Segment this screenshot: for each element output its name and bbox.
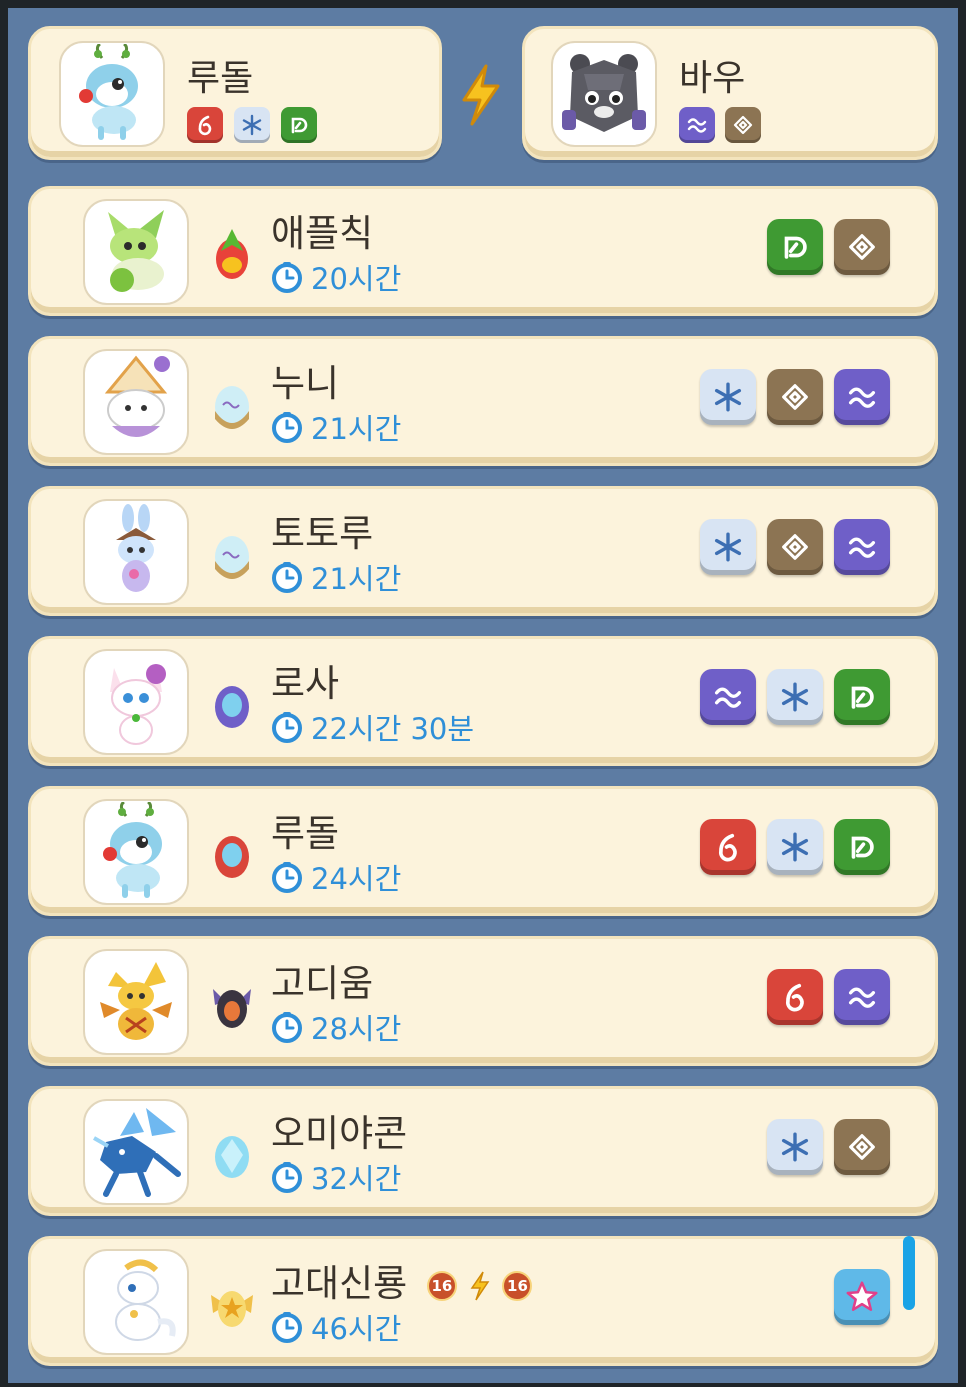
fire-type-icon <box>700 819 756 875</box>
purple-egg-icon <box>215 686 249 728</box>
clock-icon <box>272 1162 302 1193</box>
earth-type-icon <box>725 107 761 143</box>
clock-icon <box>272 1312 302 1343</box>
hatch-time-label: 21시간 <box>311 412 402 446</box>
hatch-time: 24시간 <box>271 857 401 897</box>
hatch-time-label: 28시간 <box>311 1012 402 1046</box>
crystal-egg-icon <box>215 1136 249 1178</box>
red-egg-icon <box>215 836 249 878</box>
rosa-portrait <box>83 649 189 755</box>
clock-icon <box>272 862 302 893</box>
clock-icon <box>272 262 302 293</box>
fire-type-icon <box>767 969 823 1025</box>
result-row-rosa[interactable]: 로사 22시간 30분 <box>28 636 938 766</box>
hatch-time-label: 20시간 <box>311 262 402 296</box>
clock-icon <box>272 712 302 743</box>
clock-icon <box>272 412 302 443</box>
star-type-icon <box>834 1269 890 1325</box>
result-name: 고대신룡 16 16 <box>271 1253 533 1307</box>
leaf-type-icon <box>767 219 823 275</box>
dark-winged-egg-icon <box>213 989 251 1028</box>
wind-type-icon <box>834 519 890 575</box>
hatch-time: 21시간 <box>271 407 401 447</box>
wind-type-icon <box>679 107 715 143</box>
wind-type-icon <box>834 369 890 425</box>
result-name: 애플칙 <box>271 212 374 255</box>
hatch-time-label: 46시간 <box>311 1312 402 1346</box>
result-name: 로사 <box>271 662 340 705</box>
fire-type-icon <box>187 107 223 143</box>
ancient-dragon-portrait <box>83 1249 189 1355</box>
parent-card-1[interactable]: 루돌 <box>28 26 442 160</box>
clock-icon <box>272 1012 302 1043</box>
ice-type-icon <box>234 107 270 143</box>
ice-type-icon <box>767 819 823 875</box>
result-name: 토토루 <box>271 512 374 555</box>
dragon-breeding-list-screen: 루돌 바우 애플칙 20시간 누니 21시간 토토루 21시간 로사 22시간 … <box>8 8 958 1383</box>
result-row-applechick[interactable]: 애플칙 20시간 <box>28 186 938 316</box>
ice-wind-egg-icon <box>215 536 249 579</box>
applechick-portrait <box>83 199 189 305</box>
earth-type-icon <box>767 369 823 425</box>
parent-2-name: 바우 <box>679 58 746 99</box>
earth-type-icon <box>834 1119 890 1175</box>
rudol-deer-portrait <box>59 41 165 147</box>
omiyakon-portrait <box>83 1099 189 1205</box>
earth-type-icon <box>767 519 823 575</box>
green-egg-icon <box>216 229 248 279</box>
wind-type-icon <box>700 669 756 725</box>
result-name-text: 고대신룡 <box>271 1262 408 1305</box>
hatch-time-label: 21시간 <box>311 562 402 596</box>
result-name: 누니 <box>271 362 340 405</box>
godium-portrait <box>83 949 189 1055</box>
hatch-time-label: 22시간 30분 <box>311 712 475 746</box>
leaf-type-icon <box>834 819 890 875</box>
ice-type-icon <box>700 519 756 575</box>
ice-type-icon <box>767 1119 823 1175</box>
ice-type-icon <box>700 369 756 425</box>
ice-type-icon <box>767 669 823 725</box>
ice-wind-egg-icon <box>215 386 249 429</box>
result-row-rudol[interactable]: 루돌 24시간 <box>28 786 938 916</box>
clock-icon <box>272 562 302 593</box>
hatch-time: 46시간 <box>271 1307 401 1347</box>
hatch-time: 20시간 <box>271 257 401 297</box>
result-row-godium[interactable]: 고디움 28시간 <box>28 936 938 1066</box>
parent-1-name: 루돌 <box>187 58 254 99</box>
result-row-nuni[interactable]: 누니 21시간 <box>28 336 938 466</box>
leaf-type-icon <box>281 107 317 143</box>
earth-type-icon <box>834 219 890 275</box>
level-badge: 16 <box>426 1270 457 1301</box>
lightning-icon <box>470 1271 490 1300</box>
golden-winged-egg-icon <box>211 1291 253 1327</box>
hatch-time: 32시간 <box>271 1157 401 1197</box>
result-name: 오미야콘 <box>271 1112 408 1155</box>
wind-type-icon <box>834 969 890 1025</box>
parent-card-2[interactable]: 바우 <box>522 26 938 160</box>
hatch-time: 21시간 <box>271 557 401 597</box>
lightning-icon <box>458 64 504 130</box>
result-name: 고디움 <box>271 962 374 1005</box>
hatch-time-label: 24시간 <box>311 862 402 896</box>
leaf-type-icon <box>834 669 890 725</box>
result-name: 루돌 <box>271 812 340 855</box>
bau-rock-bear-portrait <box>551 41 657 147</box>
totoru-portrait <box>83 499 189 605</box>
nuni-portrait <box>83 349 189 455</box>
hatch-time: 22시간 30분 <box>271 707 474 747</box>
scrollbar-thumb[interactable] <box>903 1236 915 1310</box>
rudol-portrait <box>83 799 189 905</box>
result-row-totoru[interactable]: 토토루 21시간 <box>28 486 938 616</box>
hatch-time-label: 32시간 <box>311 1162 402 1196</box>
level-badge: 16 <box>502 1270 533 1301</box>
result-row-omiyakon[interactable]: 오미야콘 32시간 <box>28 1086 938 1216</box>
result-row-ancient-dragon[interactable]: 고대신룡 16 16 46시간 <box>28 1236 938 1366</box>
hatch-time: 28시간 <box>271 1007 401 1047</box>
